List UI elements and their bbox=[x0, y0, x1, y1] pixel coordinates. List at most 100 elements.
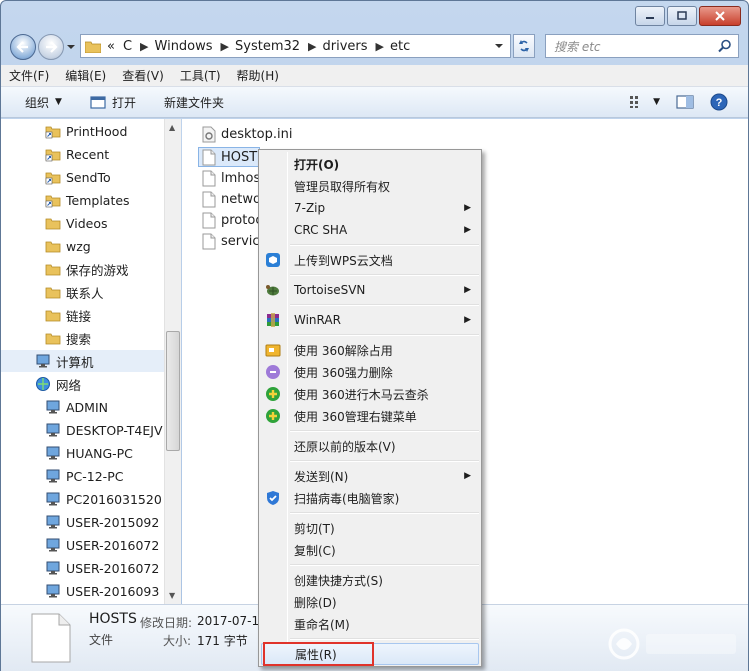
nav-item[interactable]: 网络 bbox=[35, 373, 81, 395]
menu-item-take-ownership[interactable]: 管理员取得所有权 bbox=[261, 175, 479, 197]
menu-item-360-force-delete[interactable]: 使用 360强力删除 bbox=[261, 361, 479, 383]
menu-item-create-shortcut[interactable]: 创建快捷方式(S) bbox=[261, 569, 479, 591]
open-window-icon bbox=[90, 95, 106, 109]
menu-separator bbox=[290, 430, 479, 432]
file-row[interactable]: networ bbox=[202, 189, 266, 209]
menu-item-open[interactable]: 打开(O) bbox=[261, 153, 479, 175]
nav-item[interactable]: USER-2016093 bbox=[45, 580, 159, 602]
nav-item[interactable]: SendTo bbox=[45, 166, 111, 188]
nav-item[interactable]: PrintHood bbox=[45, 120, 127, 142]
caption-buttons bbox=[635, 6, 741, 26]
nav-item[interactable]: Videos bbox=[45, 212, 108, 234]
preview-pane-icon[interactable] bbox=[676, 95, 694, 109]
nav-item[interactable]: 计算机 bbox=[1, 350, 164, 372]
menu-separator bbox=[290, 244, 479, 246]
help-icon[interactable]: ? bbox=[710, 93, 728, 111]
view-dropdown-icon: ▼ bbox=[653, 97, 660, 107]
menu-item-7zip[interactable]: 7-Zip ▶ bbox=[261, 197, 479, 219]
file-icon bbox=[202, 149, 216, 166]
nav-item[interactable]: ADMIN bbox=[45, 396, 108, 418]
file-row[interactable]: lmhost bbox=[202, 168, 265, 188]
history-dropdown-icon[interactable] bbox=[66, 42, 76, 52]
nav-item[interactable]: USER-2016072 bbox=[45, 557, 159, 579]
menu-item-send-to[interactable]: 发送到(N) ▶ bbox=[261, 465, 479, 487]
nav-item-label: Videos bbox=[66, 215, 108, 231]
address-overflow[interactable]: « bbox=[107, 39, 115, 54]
nav-item-label: USER-2016072 bbox=[66, 537, 160, 553]
shortcut-folder-icon bbox=[45, 123, 61, 139]
menu-item-rename[interactable]: 重命名(M) bbox=[261, 613, 479, 635]
menu-tools[interactable]: 工具(T) bbox=[180, 67, 221, 84]
open-button[interactable]: 打开 bbox=[90, 94, 136, 111]
breadcrumb-system32[interactable]: System32 ▶ bbox=[235, 39, 323, 54]
scroll-up-icon[interactable]: ▲ bbox=[169, 123, 175, 132]
nav-item[interactable]: Templates bbox=[45, 189, 130, 211]
nav-item-label: 网络 bbox=[56, 377, 82, 393]
menu-item-winrar[interactable]: WinRAR ▶ bbox=[261, 309, 479, 331]
nav-item[interactable]: 链接 bbox=[45, 304, 91, 326]
details-size-value: 171 字节 bbox=[197, 634, 248, 648]
nav-item[interactable]: USER-2015092 bbox=[45, 511, 159, 533]
menu-item-copy[interactable]: 复制(C) bbox=[261, 539, 479, 561]
menu-item-tortoisesvn[interactable]: TortoiseSVN ▶ bbox=[261, 279, 479, 301]
new-folder-button[interactable]: 新建文件夹 bbox=[164, 94, 224, 111]
menu-item-scan-virus[interactable]: 扫描病毒(电脑管家) bbox=[261, 487, 479, 509]
nav-item[interactable]: 保存的游戏 bbox=[45, 258, 129, 280]
svg-text:?: ? bbox=[716, 97, 723, 109]
nav-item[interactable]: 联系人 bbox=[45, 281, 104, 303]
breadcrumb-drivers[interactable]: drivers ▶ bbox=[323, 39, 391, 54]
menu-item-360-manage-menu[interactable]: 使用 360管理右键菜单 bbox=[261, 405, 479, 427]
search-input[interactable]: 搜索 etc bbox=[545, 34, 739, 58]
organize-button[interactable]: 组织 ▼ bbox=[25, 94, 62, 111]
nav-item[interactable]: HUANG-PC bbox=[45, 442, 133, 464]
menu-item-wps-upload[interactable]: 上传到WPS云文档 bbox=[261, 249, 479, 271]
breadcrumb-etc[interactable]: etc bbox=[390, 39, 410, 54]
menu-item-delete[interactable]: 删除(D) bbox=[261, 591, 479, 613]
menu-item-cut[interactable]: 剪切(T) bbox=[261, 517, 479, 539]
details-modified-label: 修改日期: bbox=[140, 616, 193, 630]
nav-item-label: USER-2015092 bbox=[66, 514, 160, 530]
nav-item[interactable]: wzg bbox=[45, 235, 91, 257]
file-row[interactable]: protoc bbox=[202, 210, 262, 230]
breadcrumb-c[interactable]: C ▶ bbox=[123, 39, 155, 54]
nav-item[interactable]: PC2016031520 bbox=[45, 488, 162, 510]
360-shield-icon bbox=[266, 387, 280, 401]
view-options-icon bbox=[630, 96, 639, 108]
nav-item[interactable]: PC-12-PC bbox=[45, 465, 123, 487]
nav-item[interactable]: USER-2016072 bbox=[45, 534, 159, 556]
scroll-down-icon[interactable]: ▼ bbox=[169, 591, 175, 600]
maximize-button[interactable] bbox=[667, 6, 697, 26]
nav-item[interactable]: Recent bbox=[45, 143, 109, 165]
menu-separator bbox=[290, 274, 479, 276]
computer-icon bbox=[45, 560, 61, 576]
address-bar[interactable]: « C ▶ Windows ▶ System32 ▶ drivers ▶ etc bbox=[80, 34, 511, 58]
menu-help[interactable]: 帮助(H) bbox=[237, 67, 279, 84]
minimize-button[interactable] bbox=[635, 6, 665, 26]
refresh-button[interactable] bbox=[513, 34, 535, 58]
menu-view[interactable]: 查看(V) bbox=[122, 67, 164, 84]
menu-file[interactable]: 文件(F) bbox=[9, 67, 49, 84]
breadcrumb-windows[interactable]: Windows ▶ bbox=[155, 39, 236, 54]
menu-item-crc-sha[interactable]: CRC SHA ▶ bbox=[261, 219, 479, 241]
back-button[interactable] bbox=[10, 34, 36, 60]
menu-item-360-unlock[interactable]: 使用 360解除占用 bbox=[261, 339, 479, 361]
close-button[interactable] bbox=[699, 6, 741, 26]
nav-item[interactable]: DESKTOP-T4EJV bbox=[45, 419, 163, 441]
network-icon bbox=[35, 376, 51, 392]
nav-item[interactable]: 搜索 bbox=[45, 327, 91, 349]
file-row[interactable]: HOSTS bbox=[198, 147, 265, 167]
menu-separator bbox=[290, 512, 479, 514]
scroll-thumb[interactable] bbox=[166, 331, 180, 451]
forward-button[interactable] bbox=[38, 34, 64, 60]
file-row[interactable]: desktop.ini bbox=[202, 124, 292, 144]
menu-edit[interactable]: 编辑(E) bbox=[65, 67, 106, 84]
nav-scrollbar[interactable]: ▲ ▼ bbox=[164, 119, 181, 604]
nav-item-label: PC2016031520 bbox=[66, 491, 162, 507]
computer-icon bbox=[45, 422, 61, 438]
submenu-arrow-icon: ▶ bbox=[464, 315, 471, 325]
address-dropdown-icon[interactable] bbox=[494, 41, 504, 51]
menu-item-360-trojan-scan[interactable]: 使用 360进行木马云查杀 bbox=[261, 383, 479, 405]
menu-item-restore-versions[interactable]: 还原以前的版本(V) bbox=[261, 435, 479, 457]
change-view-button[interactable]: ▼ bbox=[629, 95, 660, 109]
search-icon[interactable] bbox=[718, 39, 732, 53]
